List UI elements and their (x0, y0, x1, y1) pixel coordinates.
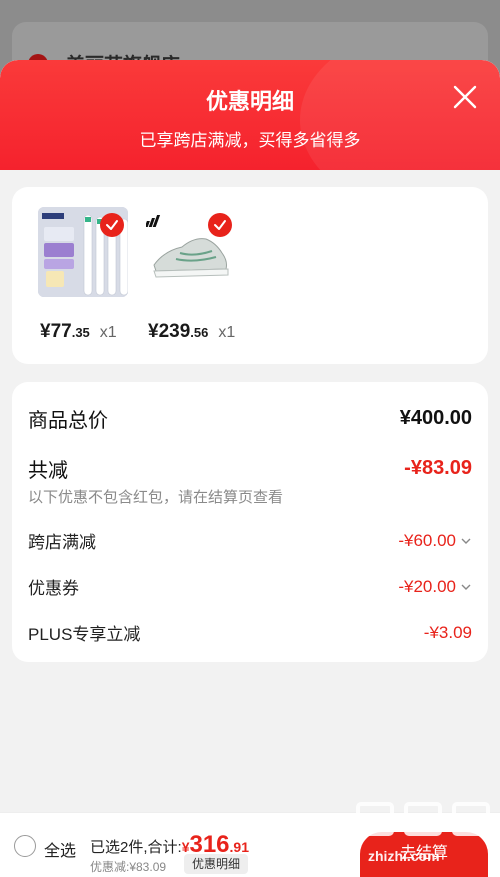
goods-item[interactable] (146, 207, 236, 297)
check-icon (100, 213, 124, 237)
discount-line-label: 跨店满减 (28, 533, 96, 552)
selected-count-text: 已选2件,合计: (90, 839, 182, 856)
check-icon (208, 213, 232, 237)
price-decimal: .56 (190, 325, 209, 340)
discount-line[interactable]: 跨店满减 -¥60.00 (28, 528, 472, 553)
discount-line-amount: -¥60.00 (398, 530, 456, 550)
select-all-label[interactable]: 全选 (44, 837, 76, 861)
sheet-header: 优惠明细 已享跨店满减，买得多省得多 (0, 60, 500, 210)
goods-item[interactable] (38, 207, 128, 297)
discount-line-amount: -¥3.09 (423, 622, 472, 642)
discount-line-label: 优惠券 (28, 579, 79, 598)
goods-total-label: 商品总价 (28, 410, 108, 432)
radio-icon[interactable] (14, 835, 36, 857)
toothbrush-image (38, 207, 128, 297)
currency-symbol: ¥ (148, 321, 159, 342)
discount-line-value: -¥3.09 (424, 623, 472, 643)
summary-card: 商品总价 ¥400.00 共减 -¥83.09 以下优惠不包含红包，请在结算页查… (12, 382, 488, 662)
item-price: ¥77.35 x1 (40, 321, 117, 343)
sheet-title: 优惠明细 (205, 89, 294, 114)
currency-symbol: ¥ (40, 321, 51, 342)
discount-detail-button[interactable]: 优惠明细 (184, 854, 249, 874)
item-price: ¥239.56 x1 (148, 321, 235, 343)
discount-line-label: PLUS专享立减 (28, 625, 141, 644)
sneaker-image (146, 207, 236, 297)
reduction-note: 以下优惠不包含红包，请在结算页查看 (28, 489, 284, 506)
item-quantity: x1 (99, 324, 117, 341)
chevron-down-icon (460, 531, 472, 551)
price-decimal: .35 (71, 325, 90, 340)
watermark-text: zhizhi.com (368, 848, 440, 864)
total-decimal: .91 (229, 839, 249, 855)
goods-total-value: ¥400.00 (399, 407, 472, 429)
discount-line: PLUS专享立减 -¥3.09 (28, 620, 472, 645)
discount-amount: 优惠减:¥83.09 (90, 860, 167, 874)
price-integer: 239 (158, 321, 191, 342)
close-icon[interactable] (450, 82, 480, 112)
reduction-total-row: 共减 -¥83.09 (28, 454, 472, 483)
chevron-down-icon (460, 577, 472, 597)
goods-total-row: 商品总价 ¥400.00 (28, 404, 472, 433)
price-integer: 77 (50, 321, 72, 342)
item-quantity: x1 (218, 324, 236, 341)
discount-line-value: -¥60.00 (398, 531, 472, 551)
reduction-total-label: 共减 (28, 460, 68, 482)
discount-line-amount: -¥20.00 (398, 576, 456, 596)
reduction-total-value: -¥83.09 (404, 457, 472, 479)
discount-detail-sheet: 优惠明细 已享跨店满减，买得多省得多 ¥77.35 x1 ¥239.56 x1 … (0, 60, 500, 877)
goods-card: ¥77.35 x1 ¥239.56 x1 (12, 187, 488, 364)
discount-line[interactable]: 优惠券 -¥20.00 (28, 574, 472, 599)
sheet-subtitle: 已享跨店满减，买得多省得多 (139, 131, 361, 150)
discount-line-value: -¥20.00 (398, 577, 472, 597)
